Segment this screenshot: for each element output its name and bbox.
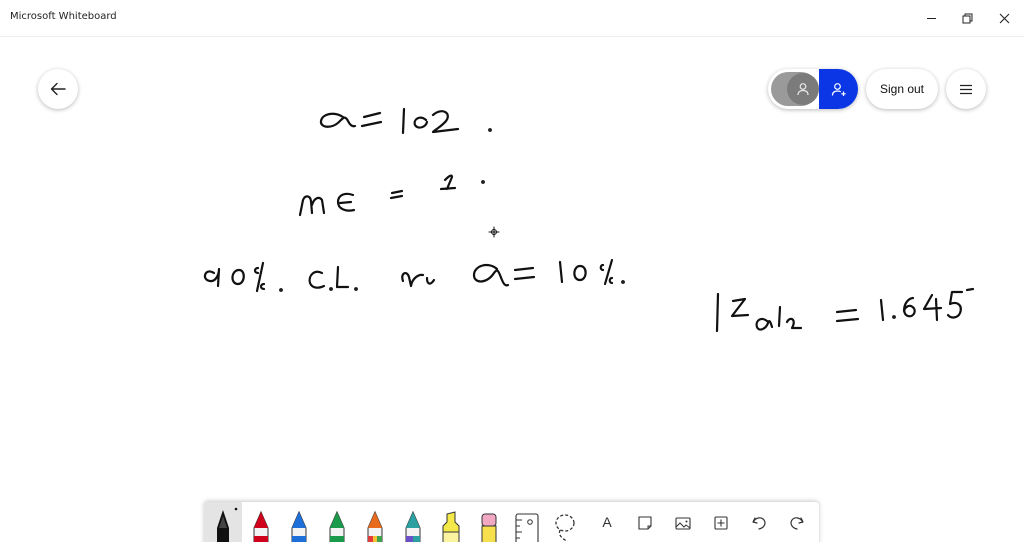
galaxy-pen-tool[interactable]: [394, 502, 432, 542]
whiteboard-canvas[interactable]: [0, 37, 1024, 542]
plus-icon: [714, 516, 728, 530]
ink-line-ci: [203, 258, 625, 293]
text-tool[interactable]: A: [588, 502, 626, 542]
cursor-icon: [488, 226, 500, 238]
handwriting-ink: [203, 107, 975, 333]
insert-tool[interactable]: [702, 502, 740, 542]
eraser-tool[interactable]: [470, 502, 508, 542]
rainbow-pen-icon: [367, 510, 383, 542]
restore-button[interactable]: [948, 0, 986, 36]
ruler-icon: [515, 513, 539, 542]
image-icon: [675, 517, 691, 530]
sticky-note-tool[interactable]: [626, 502, 664, 542]
rainbow-pen-tool[interactable]: [356, 502, 394, 542]
redo-button[interactable]: [778, 502, 816, 542]
text-tool-label: A: [602, 514, 612, 530]
ruler-tool[interactable]: [508, 502, 546, 542]
redo-icon: [790, 517, 804, 530]
ink-line-z: [715, 287, 975, 333]
note-icon: [638, 516, 652, 530]
green-pen-tool[interactable]: [318, 502, 356, 542]
red-pen-tool[interactable]: [242, 502, 280, 542]
close-button[interactable]: [985, 0, 1023, 36]
app-title: Microsoft Whiteboard: [10, 11, 117, 22]
ink-line-me: [298, 174, 485, 217]
ballpoint-pen-tool[interactable]: [204, 502, 242, 542]
eraser-icon: [481, 513, 497, 542]
galaxy-pen-icon: [405, 510, 421, 542]
close-icon: [999, 13, 1009, 23]
inking-toolbar: A: [204, 502, 819, 542]
ink-line-alpha: [319, 107, 492, 135]
minimize-icon: [926, 17, 936, 19]
undo-button[interactable]: [740, 502, 778, 542]
highlighter-icon: [442, 511, 460, 542]
red-pen-icon: [253, 510, 269, 542]
restore-icon: [962, 13, 972, 23]
green-pen-icon: [329, 510, 345, 542]
lasso-icon: [555, 514, 575, 542]
blue-pen-icon: [291, 510, 307, 542]
blue-pen-tool[interactable]: [280, 502, 318, 542]
title-bar: Microsoft Whiteboard: [0, 0, 1024, 36]
minimize-button[interactable]: [912, 0, 950, 36]
image-tool[interactable]: [664, 502, 702, 542]
highlighter-tool[interactable]: [432, 502, 470, 542]
ballpoint-pen-icon: [217, 507, 238, 542]
lasso-tool[interactable]: [546, 502, 584, 542]
undo-icon: [752, 517, 766, 530]
